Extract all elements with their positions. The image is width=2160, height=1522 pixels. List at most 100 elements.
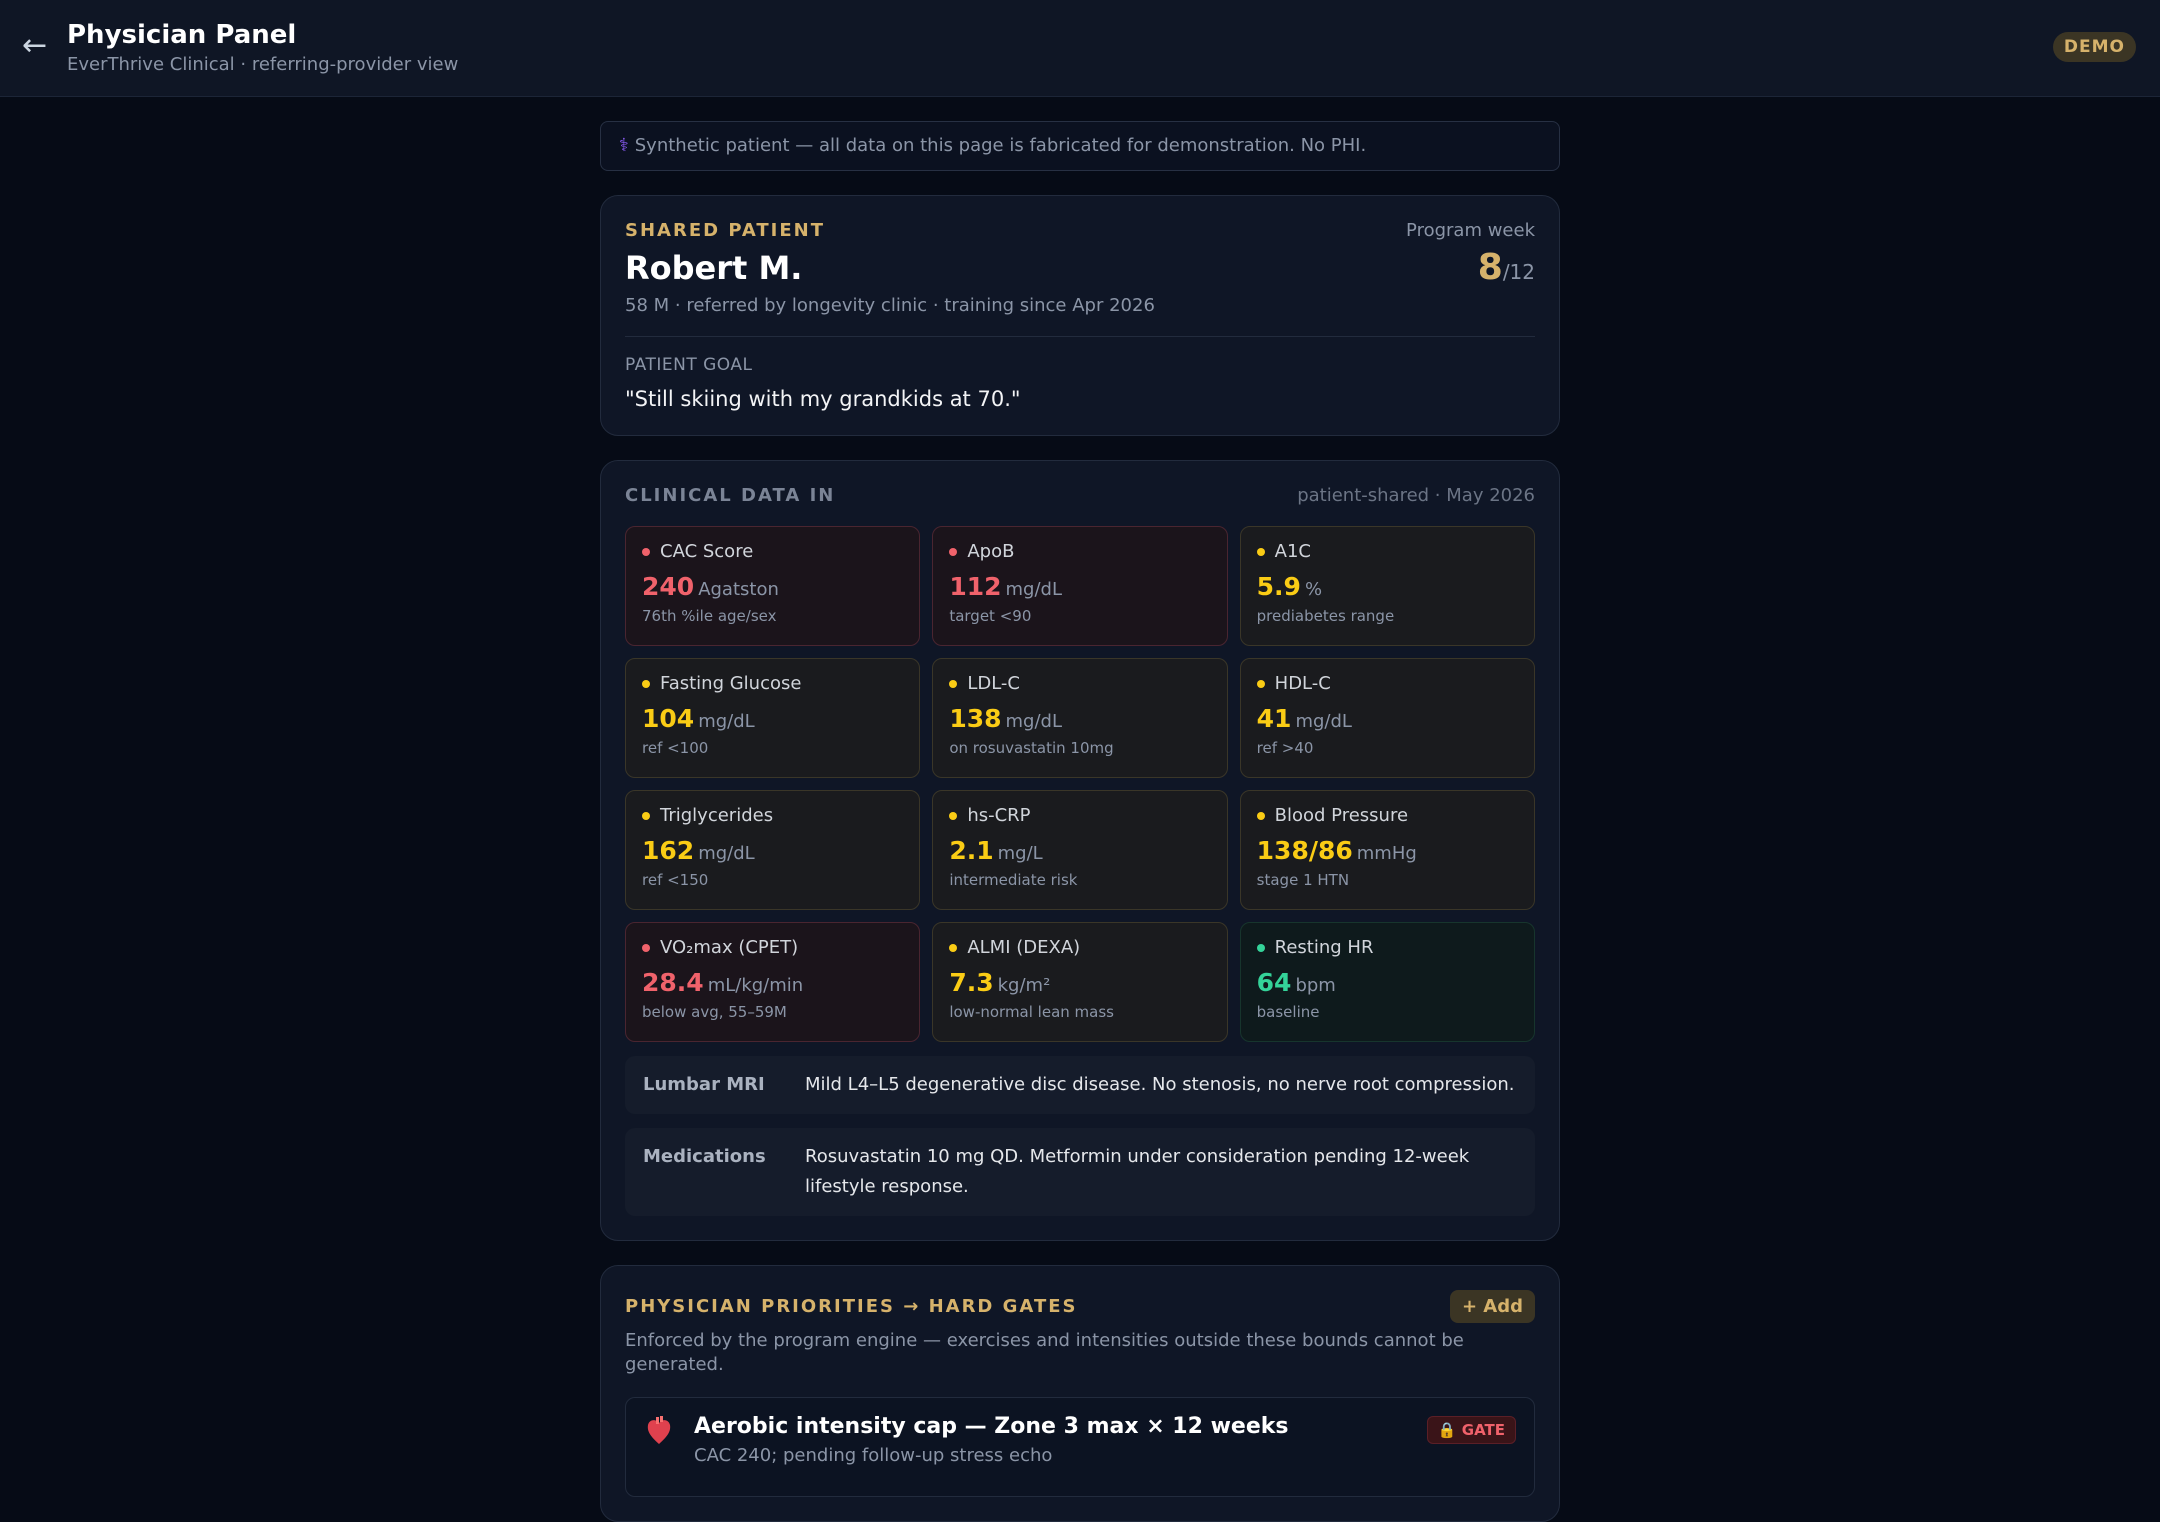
clinical-data-title: CLINICAL DATA IN <box>625 485 836 506</box>
gate-subtitle: CAC 240; pending follow-up stress echo <box>694 1445 1053 1466</box>
metric-note: 76th %ile age/sex <box>642 607 777 625</box>
clinical-data-source: patient-shared · May 2026 <box>1297 485 1535 506</box>
back-arrow-icon[interactable]: ← <box>22 28 47 64</box>
metric-name: HDL-C <box>1256 673 1518 694</box>
metric-note: baseline <box>1256 1003 1320 1021</box>
metric-note: intermediate risk <box>949 871 1078 889</box>
program-week-current: 8 <box>1477 247 1503 288</box>
metric-label: LDL-C <box>967 673 1020 694</box>
metric-value: 41 <box>1256 704 1292 733</box>
metric-value: 112 <box>949 572 1002 601</box>
status-dot-icon <box>1256 811 1265 820</box>
status-dot-icon <box>1256 547 1265 556</box>
patient-goal: "Still skiing with my grandkids at 70." <box>625 387 1021 411</box>
gate-item[interactable]: Aerobic intensity cap — Zone 3 max × 12 … <box>625 1397 1535 1497</box>
metric-note: below avg, 55–59M <box>642 1003 787 1021</box>
metric-name: Resting HR <box>1256 937 1518 958</box>
metric-value: 104 <box>642 704 695 733</box>
metric-label: CAC Score <box>660 541 754 562</box>
program-week-total: /12 <box>1502 260 1535 284</box>
metric-value-line: 2.1 mg/L <box>949 836 1210 865</box>
metric-tile: ApoB 112 mg/dL target <90 <box>932 526 1228 646</box>
metric-value-line: 104 mg/dL <box>642 704 903 733</box>
metric-unit: mmHg <box>1356 843 1417 864</box>
metric-label: Resting HR <box>1274 937 1374 958</box>
metric-value: 64 <box>1256 968 1292 997</box>
metric-value-line: 28.4 mL/kg/min <box>642 968 903 997</box>
metric-note: low-normal lean mass <box>949 1003 1114 1021</box>
add-priority-button[interactable]: + Add <box>1449 1290 1535 1323</box>
status-dot-icon <box>642 943 650 952</box>
metric-unit: Agatston <box>698 579 779 600</box>
program-week: Program week 8/12 <box>1406 220 1535 288</box>
metric-label: ApoB <box>967 541 1015 562</box>
patient-meta: 58 M · referred by longevity clinic · tr… <box>625 295 1155 316</box>
metric-tile: HDL-C 41 mg/dL ref >40 <box>1239 658 1535 778</box>
metric-label: ALMI (DEXA) <box>967 937 1081 958</box>
metric-value-line: 41 mg/dL <box>1257 704 1518 733</box>
metric-value-line: 7.3 kg/m² <box>949 968 1210 997</box>
lumbar-mri-text: Mild L4–L5 degenerative disc disease. No… <box>805 1074 1515 1095</box>
patient-name: Robert M. <box>625 249 803 287</box>
metric-tile: VO₂max (CPET) 28.4 mL/kg/min below avg, 55–… <box>625 922 921 1042</box>
main-column: ⚕ Synthetic patient — all data on this pa… <box>600 121 1560 1522</box>
metric-label: Triglycerides <box>660 805 774 826</box>
status-dot-icon <box>1256 943 1265 952</box>
metric-unit: mg/dL <box>698 711 755 732</box>
status-dot-icon <box>642 679 650 688</box>
metric-value: 2.1 <box>949 836 994 865</box>
metric-note: ref <100 <box>642 739 709 757</box>
metric-unit: mg/dL <box>1005 579 1062 600</box>
top-bar: ← Physician Panel EverThrive Clinical · … <box>0 0 2160 97</box>
metric-label: VO₂max (CPET) <box>660 937 799 958</box>
metric-unit: mg/dL <box>1295 711 1352 732</box>
metric-value: 5.9 <box>1256 572 1301 601</box>
metric-name: Blood Pressure <box>1256 805 1518 826</box>
metric-name: Fasting Glucose <box>642 673 903 694</box>
metric-value-line: 64 bpm <box>1257 968 1518 997</box>
metric-name: A1C <box>1256 541 1518 562</box>
metric-unit: mL/kg/min <box>707 975 804 996</box>
metric-value: 28.4 <box>642 968 704 997</box>
metric-note: target <90 <box>949 607 1032 625</box>
metric-value: 138/86 <box>1256 836 1353 865</box>
metric-tile: Resting HR 64 bpm baseline <box>1239 922 1535 1042</box>
status-dot-icon <box>949 811 958 820</box>
metric-value-line: 240 Agatston <box>642 572 903 601</box>
divider <box>625 336 1535 337</box>
status-dot-icon <box>642 547 650 556</box>
metric-label: hs-CRP <box>967 805 1031 826</box>
metric-note: prediabetes range <box>1256 607 1395 625</box>
metric-tile: ALMI (DEXA) 7.3 kg/m² low-normal lean mass <box>932 922 1228 1042</box>
metric-unit: kg/m² <box>997 975 1051 996</box>
metric-tile: Blood Pressure 138/86 mmHg stage 1 HTN <box>1239 790 1535 910</box>
metric-value-line: 162 mg/dL <box>642 836 903 865</box>
medications-text: Rosuvastatin 10 mg QD. Metformin under c… <box>805 1146 1470 1197</box>
metric-name: ALMI (DEXA) <box>949 937 1210 958</box>
metric-value-line: 5.9% <box>1257 572 1518 601</box>
status-dot-icon <box>1256 679 1265 688</box>
page-subtitle: EverThrive Clinical · referring-provider… <box>67 54 459 75</box>
metric-note: on rosuvastatin 10mg <box>949 739 1114 757</box>
metric-tile: Fasting Glucose 104 mg/dL ref <100 <box>625 658 921 778</box>
page-title: Physician Panel <box>67 20 297 50</box>
metric-value-line: 138 mg/dL <box>949 704 1210 733</box>
metric-note: ref <150 <box>642 871 709 889</box>
metric-name: LDL-C <box>949 673 1210 694</box>
patient-goal-label: PATIENT GOAL <box>625 355 753 375</box>
metric-note: ref >40 <box>1256 739 1314 757</box>
metric-value: 138 <box>949 704 1002 733</box>
medications-label: Medications <box>643 1146 766 1167</box>
metric-tile: A1C 5.9% prediabetes range <box>1239 526 1535 646</box>
metric-value: 7.3 <box>949 968 994 997</box>
metric-label: A1C <box>1274 541 1311 562</box>
metric-tile: Triglycerides 162 mg/dL ref <150 <box>625 790 921 910</box>
status-dot-icon <box>949 547 958 556</box>
demo-badge: DEMO <box>2052 32 2136 62</box>
lumbar-mri-row: Lumbar MRI Mild L4–L5 degenerative disc … <box>625 1056 1535 1114</box>
metric-value: 162 <box>642 836 695 865</box>
metric-tile: hs-CRP 2.1 mg/L intermediate risk <box>932 790 1228 910</box>
status-dot-icon <box>642 811 650 820</box>
metric-label: Blood Pressure <box>1274 805 1409 826</box>
patient-card: SHARED PATIENT Robert M. 58 M · referred… <box>600 195 1560 436</box>
